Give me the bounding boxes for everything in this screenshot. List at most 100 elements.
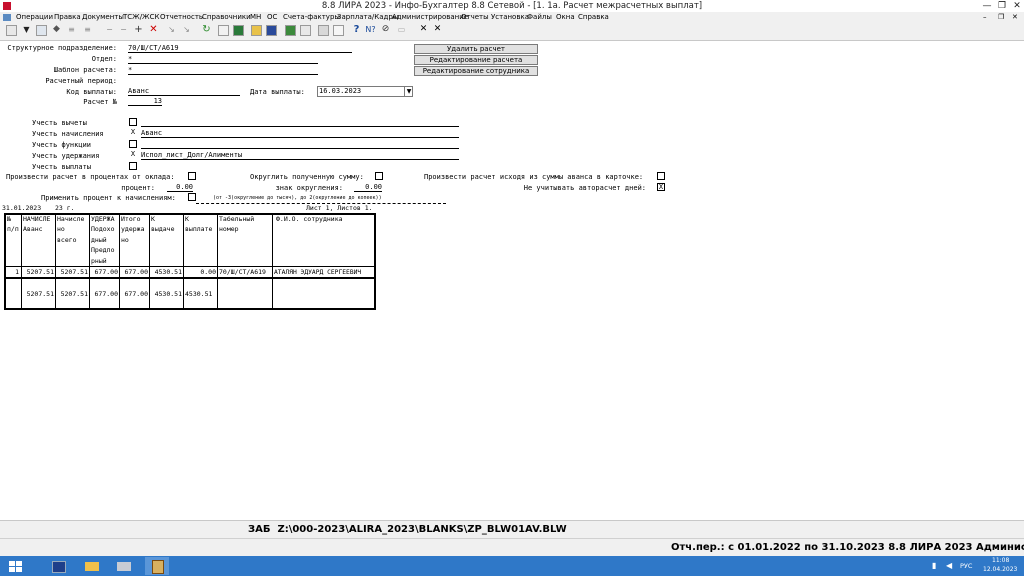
withhold-checkbox[interactable]: X	[129, 151, 137, 159]
dept-input[interactable]: *	[128, 55, 318, 64]
menu-invoices[interactable]: Счета-фактуры	[283, 12, 340, 23]
excel-icon[interactable]	[285, 25, 296, 36]
no-auto-checkbox[interactable]: X	[657, 183, 665, 191]
mdi-icon	[3, 14, 11, 21]
row-num: 1	[15, 268, 19, 276]
menu-admin[interactable]: Администрирование	[392, 12, 468, 23]
close-all-icon[interactable]: ✕	[432, 25, 443, 36]
round-sign-input[interactable]: 0.00	[354, 183, 382, 192]
mdi-close-button[interactable]: ✕	[1012, 12, 1018, 23]
tray-date[interactable]: 12.04.2023	[983, 566, 1017, 573]
calculator-icon[interactable]	[6, 25, 17, 36]
struct-input[interactable]: 70/Ш/СТ/А619	[128, 44, 352, 53]
code-input[interactable]: Аванс	[128, 87, 240, 96]
help-icon[interactable]: ?	[351, 25, 362, 36]
disabled-icon[interactable]: ▭	[396, 25, 407, 36]
code-label: Код выплаты:	[66, 88, 117, 96]
minus-icon[interactable]: −	[104, 25, 115, 36]
header-withheld-total: но	[121, 236, 129, 244]
edit-calc-button[interactable]: Редактирование расчета	[414, 55, 538, 65]
menu-mn[interactable]: МН	[250, 12, 261, 23]
mdi-restore-button[interactable]: ❐	[998, 12, 1004, 23]
minimize-button[interactable]: —	[980, 0, 994, 12]
restore-button[interactable]: ❐	[995, 0, 1009, 12]
delete-calc-button[interactable]: Удалить расчет	[414, 44, 538, 54]
percent-salary-checkbox[interactable]	[188, 172, 196, 180]
header-accrued-total: Начисле	[57, 215, 85, 223]
preview-icon[interactable]	[333, 25, 344, 36]
align2-icon[interactable]: ≡	[82, 25, 93, 36]
menu-os[interactable]: ОС	[267, 12, 277, 23]
tray-volume-icon[interactable]: ◀	[946, 561, 952, 570]
edit-employee-button[interactable]: Редактирование сотрудника	[414, 66, 538, 76]
tool1-icon[interactable]: ↘	[166, 25, 177, 36]
menu-edit[interactable]: Правка	[54, 12, 81, 23]
mdi-minimize-button[interactable]: –	[983, 12, 987, 23]
tray-time[interactable]: 11:08	[992, 557, 1009, 564]
row-to-issue: 4530.51	[154, 268, 182, 276]
table-col-line	[4, 213, 6, 310]
functions-checkbox[interactable]	[129, 140, 137, 148]
tray-language[interactable]: РУС	[960, 562, 972, 570]
start-button[interactable]	[4, 557, 28, 575]
close-tab-icon[interactable]: ✕	[418, 25, 429, 36]
payments-checkbox[interactable]	[129, 162, 137, 170]
menu-tszh[interactable]: ТСЖ/ЖСК	[123, 12, 159, 23]
percent-input[interactable]: 0.00	[167, 183, 193, 192]
refresh-icon[interactable]: ↻	[201, 25, 212, 36]
apply-percent-checkbox[interactable]	[188, 193, 196, 201]
menu-operations[interactable]: Операции	[16, 12, 53, 23]
calc-number-input[interactable]: 13	[128, 97, 162, 106]
header-num: №	[7, 215, 11, 223]
explorer-icon[interactable]	[80, 557, 104, 575]
menu-setup[interactable]: Установка	[491, 12, 529, 23]
round-hint: (от -3(округление до тысяч), до 2(округл…	[213, 195, 382, 201]
accruals-input[interactable]: Аванс	[141, 129, 459, 138]
round-checkbox[interactable]	[375, 172, 383, 180]
table-icon[interactable]	[36, 25, 47, 36]
template-label: Шаблон расчета:	[53, 66, 117, 74]
payments-label: Учесть выплаты	[32, 163, 92, 171]
header-withheld-total: Итого	[121, 215, 141, 223]
accruals-checkbox[interactable]: X	[129, 129, 137, 137]
menu-reporting[interactable]: Отчетность	[160, 12, 203, 23]
total-withheld: 677.00	[94, 290, 118, 298]
chevron-down-icon[interactable]: ▼	[404, 86, 413, 97]
minus2-icon[interactable]: −	[118, 25, 129, 36]
export-icon[interactable]	[300, 25, 311, 36]
filter-icon[interactable]: ▼	[21, 25, 32, 36]
save-icon[interactable]	[266, 25, 277, 36]
withhold-input[interactable]: Испол_лист_Долг/Алименты	[141, 151, 459, 160]
open-folder-icon[interactable]	[251, 25, 262, 36]
context-help-icon[interactable]: N?	[365, 25, 376, 36]
network-app-icon[interactable]	[112, 557, 136, 575]
deductions-input[interactable]	[141, 118, 459, 127]
advance-card-checkbox[interactable]	[657, 172, 665, 180]
menu-help[interactable]: Справка	[578, 12, 609, 23]
info-icon[interactable]: ⊘	[380, 25, 391, 36]
calculator2-icon[interactable]	[218, 25, 229, 36]
properties-icon[interactable]: ◆	[51, 25, 62, 36]
spreadsheet-icon[interactable]	[233, 25, 244, 36]
menu-reports[interactable]: Отчеты	[461, 12, 489, 23]
menu-files[interactable]: Файлы	[527, 12, 552, 23]
menu-payroll[interactable]: Зарплата/Кадры	[337, 12, 398, 23]
powershell-icon[interactable]	[46, 557, 70, 575]
deductions-checkbox[interactable]	[129, 118, 137, 126]
tool2-icon[interactable]: ↘	[181, 25, 192, 36]
window-title: 8.8 ЛИРА 2023 - Инфо-Бухгалтер 8.8 Сетев…	[321, 1, 703, 11]
template-input[interactable]: *	[128, 66, 318, 75]
percent-salary-label: Произвести расчет в процентах от оклада:	[6, 173, 175, 181]
menu-references[interactable]: Справочники	[202, 12, 251, 23]
header-full-name: Ф.И.О. сотрудника	[276, 215, 343, 223]
menu-documents[interactable]: Документы	[82, 12, 124, 23]
tray-network-icon[interactable]: ▮	[932, 561, 936, 570]
lira-app-icon[interactable]	[145, 557, 169, 575]
add-icon[interactable]: +	[133, 25, 144, 36]
delete-icon[interactable]: ✕	[148, 25, 159, 36]
print-icon[interactable]	[318, 25, 329, 36]
functions-input[interactable]	[141, 140, 459, 149]
close-button[interactable]: ✕	[1010, 0, 1024, 12]
menu-windows[interactable]: Окна	[556, 12, 575, 23]
align-icon[interactable]: ≡	[66, 25, 77, 36]
